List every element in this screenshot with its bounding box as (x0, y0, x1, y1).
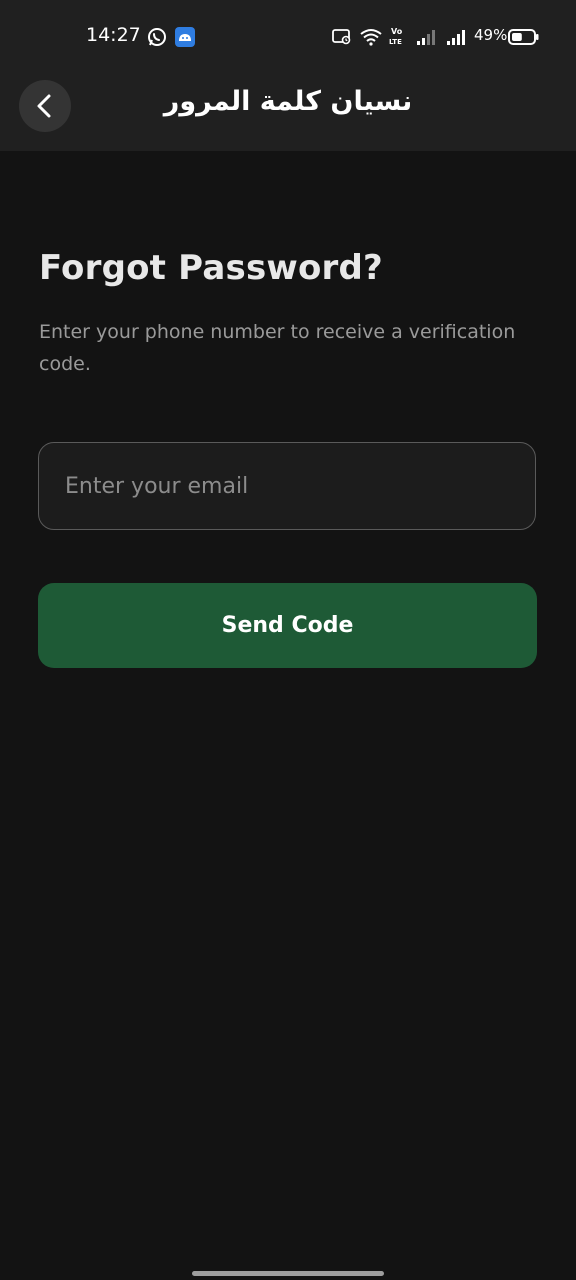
status-bar: 14:27 Vo LTE 49% (0, 0, 576, 68)
whatsapp-icon (147, 27, 167, 51)
cast-icon (332, 28, 352, 50)
email-field[interactable] (38, 442, 536, 530)
app-bar: نسيان كلمة المرور (0, 68, 576, 151)
home-indicator[interactable] (192, 1271, 384, 1276)
svg-text:Vo: Vo (391, 27, 403, 36)
svg-text:LTE: LTE (389, 38, 402, 46)
screen: 14:27 Vo LTE 49% نسيان كلمة المرور Forgo… (0, 0, 576, 1280)
back-button[interactable] (19, 80, 71, 132)
send-code-button[interactable]: Send Code (38, 583, 537, 668)
signal-icon (416, 28, 438, 50)
volte-icon: Vo LTE (389, 26, 409, 50)
status-time: 14:27 (86, 24, 141, 46)
battery-percent: 49% (474, 26, 508, 44)
email-input[interactable] (39, 443, 535, 529)
page-subtitle: Enter your phone number to receive a ver… (39, 321, 516, 375)
send-code-label: Send Code (221, 613, 354, 638)
wifi-icon (360, 28, 382, 50)
page-title: Forgot Password? (39, 248, 383, 288)
signal-icon (446, 28, 468, 50)
app-title: نسيان كلمة المرور (163, 86, 413, 117)
android-notification-icon (175, 27, 195, 51)
chevron-left-icon (34, 93, 56, 119)
battery-icon (508, 28, 540, 50)
